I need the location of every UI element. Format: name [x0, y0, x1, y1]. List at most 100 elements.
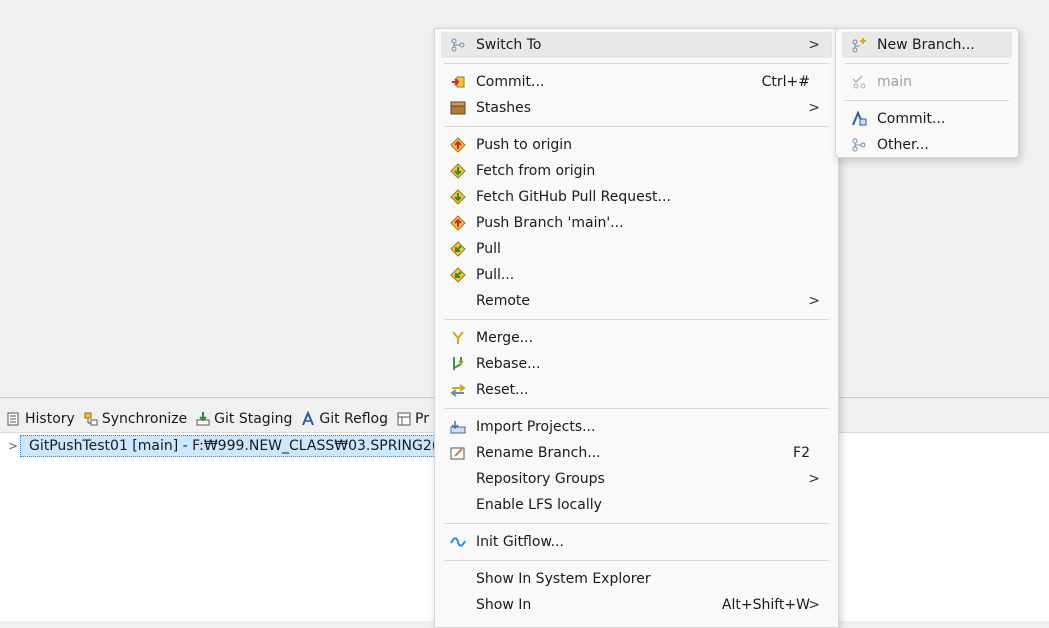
menu-separator — [444, 408, 829, 409]
menu-separator — [845, 100, 1009, 101]
submenu-item-label: Other... — [877, 137, 929, 153]
shortcut-label: Alt+Shift+W — [721, 597, 810, 613]
menu-item-pull[interactable]: Pull — [441, 236, 832, 262]
menu-item-stashes[interactable]: Stashes > — [441, 95, 832, 121]
menu-item-label: Show In System Explorer — [476, 571, 651, 587]
menu-item-push-branch[interactable]: Push Branch 'main'... — [441, 210, 832, 236]
menu-item-reset[interactable]: Reset... — [441, 377, 832, 403]
menu-item-label: Reset... — [476, 382, 529, 398]
tab-label: Synchronize — [101, 411, 188, 427]
stash-icon — [450, 101, 466, 115]
menu-item-rename-branch[interactable]: Rename Branch... F2 — [441, 440, 832, 466]
menu-item-label: Remote — [476, 293, 531, 309]
menu-item-label: Push Branch 'main'... — [476, 215, 624, 231]
synchronize-icon — [84, 412, 98, 426]
tab-history[interactable]: History — [6, 411, 75, 427]
menu-item-label: Switch To — [476, 37, 542, 53]
merge-icon — [452, 331, 464, 344]
menu-item-label: Push to origin — [476, 137, 573, 153]
menu-item-pull-dialog[interactable]: Pull... — [441, 262, 832, 288]
menu-item-merge[interactable]: Merge... — [441, 325, 832, 351]
gitflow-icon — [450, 537, 466, 547]
push-branch-icon — [450, 215, 466, 231]
menu-item-label: Enable LFS locally — [476, 497, 602, 513]
menu-item-label: Pull... — [476, 267, 515, 283]
menu-separator — [444, 560, 829, 561]
menu-item-commit[interactable]: Commit... Ctrl+# — [441, 69, 832, 95]
history-icon — [7, 412, 19, 426]
menu-separator — [444, 319, 829, 320]
submenu-item-label: New Branch... — [877, 37, 975, 53]
submenu-item-label: Commit... — [877, 111, 946, 127]
submenu-arrow-icon: > — [808, 37, 820, 53]
tab-git-reflog[interactable]: Git Reflog — [300, 411, 388, 427]
tab-synchronize[interactable]: Synchronize — [83, 411, 187, 427]
switch-to-submenu: New Branch... main Commit... Other... — [835, 28, 1019, 158]
tab-label: Pr — [415, 411, 429, 427]
properties-icon — [397, 412, 411, 426]
menu-separator — [845, 63, 1009, 64]
menu-item-enable-lfs[interactable]: Enable LFS locally — [441, 492, 832, 518]
menu-item-rebase[interactable]: Rebase... — [441, 351, 832, 377]
git-staging-icon — [196, 412, 210, 426]
fetch-pull-request-icon — [450, 189, 466, 205]
submenu-arrow-icon: > — [808, 100, 820, 116]
tab-label: Git Reflog — [319, 411, 389, 427]
menu-item-init-gitflow[interactable]: Init Gitflow... — [441, 529, 832, 555]
menu-item-fetch-github-pull-request[interactable]: Fetch GitHub Pull Request... — [441, 184, 832, 210]
submenu-arrow-icon: > — [808, 471, 820, 487]
submenu-item-other[interactable]: Other... — [842, 132, 1012, 158]
branch-checked-icon — [852, 75, 866, 89]
git-reflog-icon — [302, 411, 315, 426]
reset-icon — [450, 384, 466, 397]
push-icon — [450, 137, 466, 153]
pull-icon — [450, 241, 466, 257]
menu-item-label: Commit... — [476, 74, 545, 90]
expand-chevron-icon[interactable]: > — [6, 439, 20, 453]
repository-node[interactable]: GitPushTest01 [main] - F:₩999.NEW_CLASS₩… — [20, 435, 440, 457]
tab-properties[interactable]: Pr — [396, 411, 429, 427]
menu-item-label: Stashes — [476, 100, 532, 116]
menu-item-repository-groups[interactable]: Repository Groups > — [441, 466, 832, 492]
submenu-arrow-icon: > — [808, 597, 820, 613]
commit-tag-icon — [852, 111, 867, 126]
menu-item-label: Rebase... — [476, 356, 541, 372]
menu-item-push-to-origin[interactable]: Push to origin — [441, 132, 832, 158]
rename-icon — [450, 447, 465, 460]
switch-branch-icon — [451, 38, 465, 52]
menu-item-show-in-system-explorer[interactable]: Show In System Explorer — [441, 566, 832, 592]
menu-item-label: Rename Branch... — [476, 445, 601, 461]
branches-icon — [852, 138, 866, 152]
tree-row[interactable]: > GitPushTest01 [main] - F:₩999.NEW_CLAS… — [6, 435, 440, 457]
repository-label: GitPushTest01 [main] - F:₩999.NEW_CLASS₩… — [29, 438, 440, 454]
new-branch-icon — [852, 38, 866, 53]
menu-separator — [444, 126, 829, 127]
menu-item-show-in[interactable]: Show In Alt+Shift+W > — [441, 592, 832, 618]
submenu-item-label: main — [877, 74, 912, 90]
fetch-icon — [450, 163, 466, 179]
commit-icon — [452, 76, 465, 88]
menu-item-label: Show In — [476, 597, 532, 613]
menu-item-import-projects[interactable]: Import Projects... — [441, 414, 832, 440]
menu-item-label: Repository Groups — [476, 471, 605, 487]
menu-item-label: Pull — [476, 241, 501, 257]
menu-item-label: Fetch GitHub Pull Request... — [476, 189, 671, 205]
menu-separator — [444, 63, 829, 64]
submenu-item-main-branch: main — [842, 69, 1012, 95]
submenu-item-new-branch[interactable]: New Branch... — [842, 32, 1012, 58]
menu-separator — [444, 523, 829, 524]
submenu-item-commit[interactable]: Commit... — [842, 106, 1012, 132]
menu-item-label: Init Gitflow... — [476, 534, 564, 550]
tab-git-staging[interactable]: Git Staging — [195, 411, 292, 427]
menu-item-switch-to[interactable]: Switch To > — [441, 32, 832, 58]
menu-item-label: Merge... — [476, 330, 534, 346]
shortcut-label: F2 — [793, 445, 810, 461]
context-menu: Switch To > Commit... Ctrl+# Stashes > P… — [434, 28, 839, 628]
tab-label: Git Staging — [214, 411, 293, 427]
shortcut-label: Ctrl+# — [761, 74, 810, 90]
menu-item-remote[interactable]: Remote > — [441, 288, 832, 314]
menu-item-label: Fetch from origin — [476, 163, 596, 179]
tab-label: History — [25, 411, 75, 427]
rebase-icon — [453, 357, 464, 370]
menu-item-fetch-from-origin[interactable]: Fetch from origin — [441, 158, 832, 184]
